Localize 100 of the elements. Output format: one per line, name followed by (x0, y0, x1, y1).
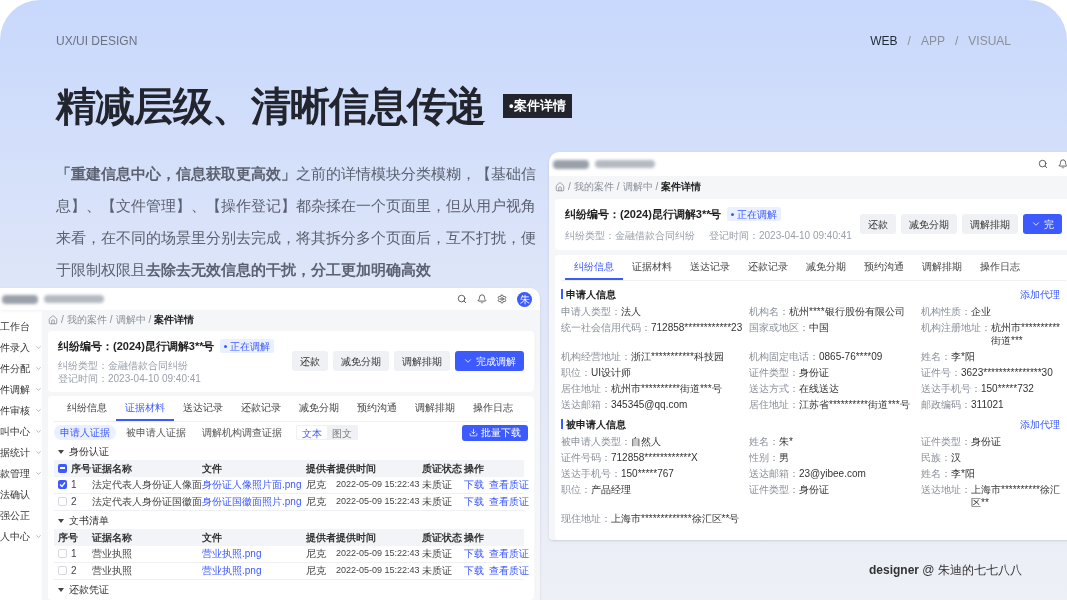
bell-icon[interactable] (477, 294, 487, 304)
field-value: 杭州市**********街道*** (991, 320, 1061, 347)
column-header: 提供者 (306, 461, 336, 476)
tab[interactable]: 预约沟通 (348, 395, 406, 421)
bell-icon[interactable] (1057, 159, 1067, 169)
tab[interactable]: 还款记录 (739, 254, 797, 280)
field-value: 企业 (971, 304, 991, 318)
tab[interactable]: 减免分期 (797, 254, 855, 280)
sidebar-item[interactable]: 件调解 (0, 379, 42, 400)
primary-button[interactable]: 完 (1022, 214, 1062, 235)
field-label: 证件号： (921, 365, 961, 379)
column-header: 操作 (464, 461, 485, 476)
chevron-down-icon (35, 449, 42, 456)
field-value: 李*阳 (951, 349, 975, 363)
row-action-link[interactable]: 下载 (464, 546, 484, 561)
sidebar-item[interactable]: 件审核 (0, 400, 42, 421)
row-action-link[interactable]: 查看质证 (489, 563, 529, 578)
row-action-link[interactable]: 下载 (464, 494, 484, 509)
checkbox[interactable] (58, 566, 67, 575)
field-label: 性别： (749, 450, 779, 464)
nav-link[interactable]: WEB (870, 32, 898, 50)
table-cell-text: 尼克 (306, 495, 327, 509)
field-value: 朱* (779, 434, 793, 448)
file-link[interactable]: 身份证国徽面照片.png (202, 494, 306, 509)
field-label: 证件类型： (749, 365, 799, 379)
tab[interactable]: 纠纷信息 (565, 254, 623, 280)
action-button[interactable]: 减免分期 (900, 214, 957, 235)
action-button[interactable]: 还款 (292, 351, 328, 372)
row-action-link[interactable]: 查看质证 (489, 546, 529, 561)
tab[interactable]: 调解排期 (406, 395, 464, 421)
table-cell-text: 营业执照 (92, 547, 133, 561)
field-value: 上海市**********徐汇区** (971, 482, 1061, 509)
add-agent-link[interactable]: 添加代理 (1019, 286, 1060, 302)
tab[interactable]: 调解排期 (913, 254, 971, 280)
sidebar-item[interactable]: 据统计 (0, 442, 42, 463)
case-meta-text: 纠纷类型：金融借款合同纠纷 (58, 359, 189, 372)
tab[interactable]: 操作日志 (971, 254, 1029, 280)
sidebar-item[interactable]: 款管理 (0, 463, 42, 484)
table-cell-text: 2 (71, 564, 77, 578)
file-link[interactable]: 身份证人像照片面.png (202, 477, 306, 492)
action-button[interactable]: 调解排期 (961, 214, 1018, 235)
tab[interactable]: 证据材料 (116, 395, 174, 421)
tab[interactable]: 操作日志 (464, 395, 522, 421)
caret-icon[interactable] (58, 517, 64, 524)
evidence-filter-tab[interactable]: 调解机构调查证据 (196, 425, 288, 440)
add-agent-link[interactable]: 添加代理 (1019, 416, 1060, 432)
tab[interactable]: 送达记录 (174, 395, 232, 421)
row-action-link[interactable]: 查看质证 (489, 477, 529, 492)
checkbox[interactable] (58, 463, 67, 473)
sidebar-item[interactable]: 工作台 (0, 316, 42, 337)
caret-icon[interactable] (58, 586, 64, 593)
evidence-filter-tab[interactable]: 被申请人证据 (120, 425, 192, 440)
checkbox[interactable] (58, 549, 67, 558)
row-action-link[interactable]: 下载 (464, 563, 484, 578)
file-link[interactable]: 营业执照.png (202, 563, 306, 578)
evidence-filter-tab[interactable]: 申请人证据 (54, 425, 116, 440)
table-cell-text: 2022-05-09 15:22:43 (336, 494, 421, 508)
action-button[interactable]: 还款 (859, 214, 896, 235)
sidebar-item[interactable]: 叫中心 (0, 421, 42, 442)
caret-icon[interactable] (58, 448, 64, 455)
tab[interactable]: 纠纷信息 (58, 395, 116, 421)
field-label: 证件类型： (921, 434, 971, 448)
column-header: 操作 (464, 530, 485, 545)
view-toggle-option[interactable]: 图文 (327, 426, 357, 439)
sidebar-item[interactable]: 件分配 (0, 358, 42, 379)
action-button[interactable]: 减免分期 (333, 351, 389, 372)
sidebar-item[interactable]: 人中心 (0, 526, 42, 547)
field-label: 现住地址： (561, 511, 611, 525)
status-tag: 正在调解 (727, 207, 782, 222)
field-label: 被申请人类型： (561, 434, 631, 448)
settings-icon[interactable] (497, 294, 507, 304)
avatar[interactable]: 朱 (517, 291, 532, 307)
checkbox[interactable] (58, 497, 67, 506)
tab[interactable]: 减免分期 (290, 395, 348, 421)
field-label: 机构名： (749, 304, 789, 318)
row-action-link[interactable]: 下载 (464, 477, 484, 492)
action-button[interactable]: 调解排期 (394, 351, 450, 372)
sidebar-item[interactable]: 法确认 (0, 484, 42, 505)
primary-button[interactable]: 完成调解 (455, 351, 524, 372)
column-header: 证据名称 (92, 530, 133, 545)
row-action-link[interactable]: 查看质证 (489, 494, 529, 509)
tab[interactable]: 送达记录 (681, 254, 739, 280)
field-label: 邮政编码： (921, 397, 971, 411)
batch-download-button[interactable]: 批量下载 (462, 424, 528, 441)
search-icon[interactable] (457, 294, 467, 304)
table-cell-text: 未质证 (422, 495, 453, 509)
tab[interactable]: 预约沟通 (855, 254, 913, 280)
group-title: 文书清单 (69, 514, 109, 528)
tab[interactable]: 还款记录 (232, 395, 290, 421)
search-icon[interactable] (1037, 159, 1048, 169)
sidebar-item[interactable]: 件录入 (0, 337, 42, 358)
view-toggle-option[interactable]: 文本 (297, 426, 327, 439)
breadcrumb-link[interactable]: 案件详情 (661, 180, 702, 194)
tab[interactable]: 证据材料 (623, 254, 681, 280)
breadcrumb-link[interactable]: 案件详情 (154, 313, 195, 327)
field-value: 产品经理 (591, 482, 631, 497)
table-cell-text: 1 (71, 478, 77, 492)
field-value: 150*****767 (621, 466, 674, 480)
file-link[interactable]: 营业执照.png (202, 546, 306, 561)
sidebar-item[interactable]: 强公正 (0, 505, 42, 526)
